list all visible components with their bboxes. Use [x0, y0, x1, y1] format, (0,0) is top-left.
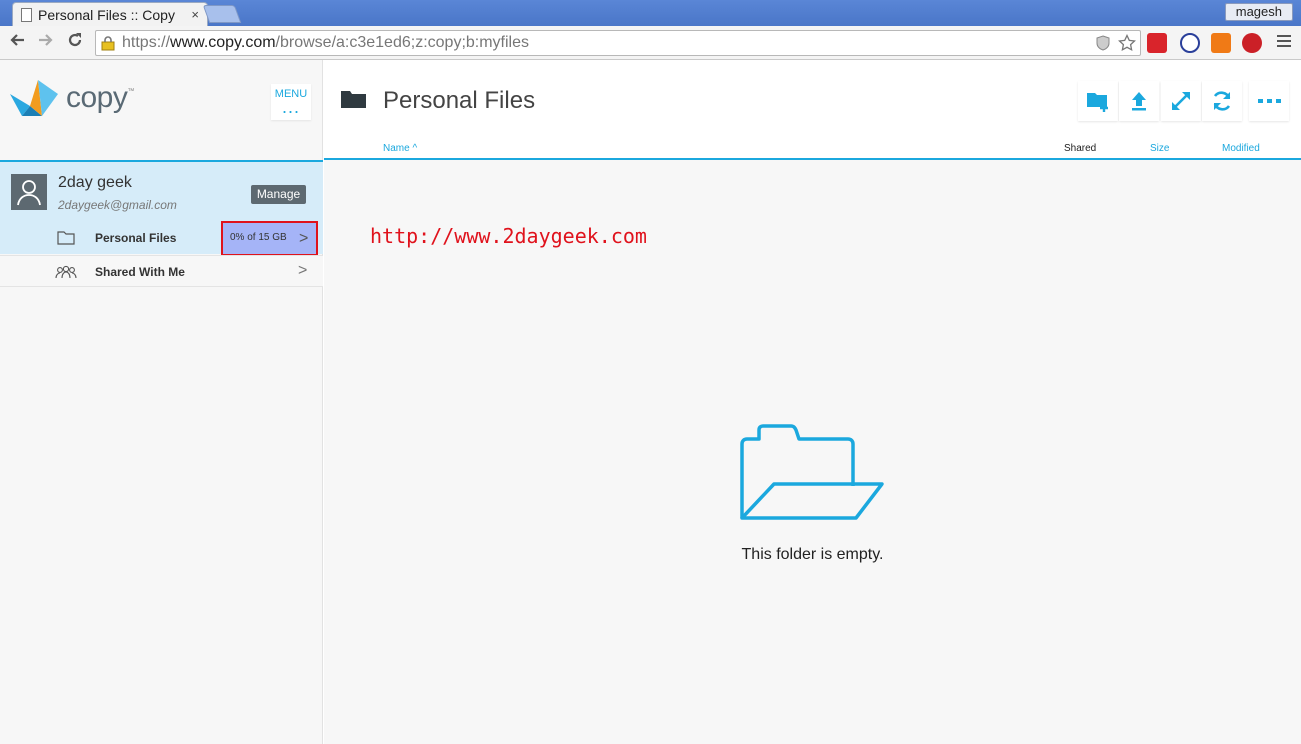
account-email: 2daygeek@gmail.com [58, 198, 177, 212]
forward-arrow-icon [39, 34, 53, 46]
page-icon [21, 7, 32, 22]
browser-toolbar: https://www.copy.com/browse/a:c3e1ed6;z:… [0, 26, 1301, 60]
extension-chart-icon[interactable] [1211, 33, 1231, 53]
sidebar: copy ™ MENU ... 2day geek 2daygeek@gmail… [0, 60, 323, 744]
main-panel: Personal Files Name ^ Shared Size Modifi… [324, 60, 1301, 744]
pinterest-icon[interactable] [1242, 33, 1262, 53]
forward-button[interactable] [35, 31, 57, 53]
sidebar-item-label: Personal Files [95, 231, 177, 245]
reload-button[interactable] [64, 31, 86, 53]
refresh-icon [1213, 91, 1231, 111]
new-folder-icon [1087, 93, 1108, 112]
people-icon [55, 265, 77, 279]
crane-logo-icon [10, 80, 58, 116]
upload-icon [1132, 92, 1146, 111]
quota-text: 0% of 15 GB [230, 232, 287, 243]
account-name: 2day geek [58, 174, 132, 191]
sidebar-item-label: Shared With Me [95, 265, 185, 279]
shield-icon[interactable] [1094, 34, 1112, 52]
address-bar[interactable]: https://www.copy.com/browse/a:c3e1ed6;z:… [95, 30, 1141, 56]
tab-title: Personal Files :: Copy [38, 6, 175, 23]
reload-icon [68, 33, 82, 47]
star-icon[interactable] [1118, 33, 1136, 52]
url-text: https://www.copy.com/browse/a:c3e1ed6;z:… [122, 34, 530, 51]
copy-logo[interactable]: copy ™ [8, 76, 134, 120]
extension-train-icon[interactable] [1147, 33, 1167, 53]
new-tab-button[interactable] [202, 5, 242, 23]
refresh-button[interactable] [1202, 81, 1242, 121]
menu-dots-icon: ... [281, 97, 300, 117]
page-title: Personal Files [383, 87, 536, 114]
lock-warning-icon [101, 36, 115, 51]
extension-e-icon[interactable] [1180, 33, 1200, 53]
profile-badge[interactable]: magesh [1224, 3, 1293, 21]
back-arrow-icon [10, 34, 24, 46]
trademark-mark: ™ [127, 87, 135, 95]
account-panel: 2day geek 2daygeek@gmail.com Manage [0, 160, 323, 222]
column-header-name[interactable]: Name ^ [383, 143, 417, 154]
column-header-shared[interactable]: Shared [1064, 143, 1096, 154]
main-header: Personal Files Name ^ Shared Size Modifi… [324, 60, 1301, 160]
column-header-modified[interactable]: Modified [1222, 143, 1260, 154]
sort-ascending-icon: ^ [412, 143, 418, 154]
upload-button[interactable] [1119, 81, 1159, 121]
menu-button[interactable]: MENU ... [271, 84, 311, 120]
browser-menu-icon[interactable] [1277, 35, 1291, 49]
back-button[interactable] [6, 31, 28, 53]
browser-tab[interactable]: Personal Files :: Copy × [12, 2, 208, 26]
folder-icon [341, 91, 366, 108]
new-folder-button[interactable] [1078, 81, 1118, 121]
folder-outline-icon [57, 231, 75, 245]
empty-folder-message: This folder is empty. [741, 546, 884, 563]
more-button[interactable] [1249, 81, 1289, 121]
fullscreen-button[interactable] [1161, 81, 1201, 121]
tab-close-button[interactable]: × [191, 7, 199, 22]
watermark-text: http://www.2daygeek.com [370, 224, 647, 248]
quota-indicator[interactable]: 0% of 15 GB > [221, 221, 318, 256]
manage-button[interactable]: Manage [251, 185, 306, 204]
avatar[interactable] [11, 174, 47, 210]
empty-folder-icon [740, 424, 884, 520]
sidebar-item-shared-with-me[interactable]: Shared With Me > [0, 255, 323, 287]
more-icon [1258, 99, 1281, 103]
chevron-right-icon: > [298, 262, 308, 279]
user-icon [17, 180, 41, 206]
browser-titlebar: Personal Files :: Copy × magesh [0, 0, 1301, 26]
expand-icon [1172, 92, 1190, 110]
chevron-right-icon: > [299, 230, 309, 247]
logo-text: copy [66, 81, 128, 114]
column-header-size[interactable]: Size [1150, 143, 1169, 154]
